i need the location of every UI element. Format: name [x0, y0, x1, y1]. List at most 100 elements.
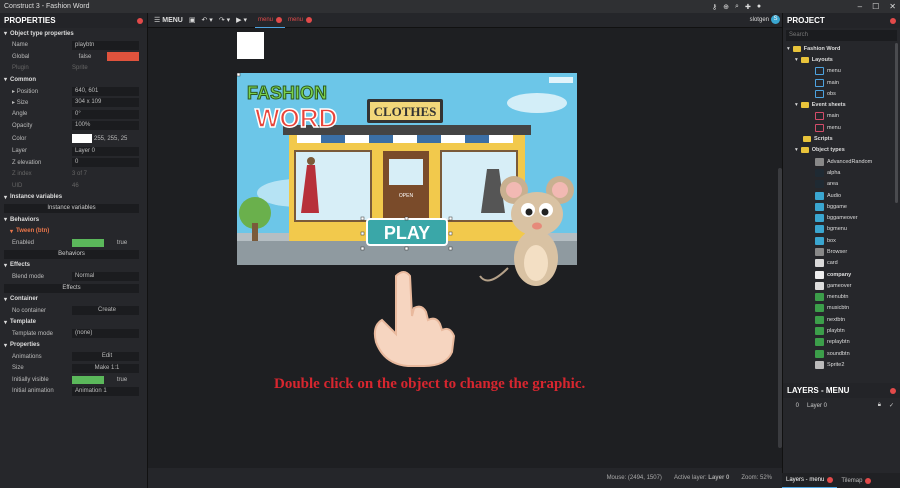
tree-item-object[interactable]: card: [783, 258, 900, 269]
section-behaviors[interactable]: ▾ Behaviors: [0, 214, 147, 226]
tree-item-object[interactable]: bgmenu: [783, 224, 900, 235]
section-instance-variables[interactable]: ▾ Instance variables: [0, 192, 147, 204]
tab-eventsheet-menu[interactable]: menu: [285, 13, 315, 28]
tree-item-object[interactable]: menubtn: [783, 292, 900, 303]
tree-item-layout[interactable]: obs: [783, 88, 900, 99]
visible-toggle[interactable]: [72, 375, 104, 384]
panel-dot: [137, 17, 143, 24]
instance-variables-button[interactable]: Instance variables: [4, 204, 139, 213]
prop-layer[interactable]: Layer Layer 0: [0, 146, 147, 158]
tree-item-object[interactable]: AdvancedRandom: [783, 156, 900, 167]
preview-icon[interactable]: ▶ ▾: [236, 16, 247, 24]
tree-item-eventsheet[interactable]: menu: [783, 122, 900, 133]
tree-item-object[interactable]: gameover: [783, 280, 900, 291]
tree-root[interactable]: ▾ Fashion Word: [783, 43, 900, 54]
undo-icon[interactable]: ↶ ▾: [201, 16, 212, 24]
white-sprite[interactable]: [237, 32, 264, 59]
prop-initial-animation[interactable]: Initial animation Animation 1: [0, 386, 147, 398]
lock-icon[interactable]: 🔒︎: [878, 402, 881, 409]
tree-folder-layouts[interactable]: ▾ Layouts: [783, 54, 900, 65]
color-swatch[interactable]: [72, 134, 92, 143]
edit-animations-button[interactable]: Edit: [72, 352, 139, 362]
tree-item-object[interactable]: area: [783, 179, 900, 190]
key-icon[interactable]: ⚷: [712, 3, 717, 11]
prop-global[interactable]: Global false: [0, 51, 147, 63]
effects-button[interactable]: Effects: [4, 283, 139, 293]
status-bar: Mouse: (2494, 1507) Active layer: Layer …: [148, 468, 782, 488]
prop-color[interactable]: Color 255, 255, 25: [0, 132, 147, 146]
prop-template-mode[interactable]: Template mode (none): [0, 328, 147, 340]
layer-row[interactable]: 0 Layer 0 🔒︎ ✓: [783, 400, 900, 411]
section-common[interactable]: ▾ Common: [0, 74, 147, 86]
tab-layout-menu[interactable]: menu: [254, 13, 285, 28]
prop-size[interactable]: ▸ Size 304 x 109: [0, 97, 147, 109]
prop-uid: UID 46: [12, 182, 79, 189]
tree-item-object[interactable]: box: [783, 235, 900, 246]
eventsheet-icon: [815, 112, 824, 121]
make-1to1-button[interactable]: Make 1:1: [72, 363, 139, 373]
section-template[interactable]: ▾ Template: [0, 317, 147, 329]
object-icon: [815, 360, 824, 369]
prop-enabled[interactable]: Enabled true: [0, 237, 147, 249]
layout-canvas[interactable]: CLOTHES OPEN PLAY FASHION WORD Double cl…: [148, 28, 782, 468]
tree-item-object[interactable]: Sprite2: [783, 359, 900, 370]
user-name[interactable]: slotgen: [750, 17, 769, 23]
project-search-input[interactable]: Search: [786, 30, 897, 41]
tree-item-object[interactable]: replaybtn: [783, 337, 900, 348]
project-header: PROJECT: [783, 13, 900, 28]
mouse-character[interactable]: [478, 168, 588, 298]
tree-item-object[interactable]: bggameover: [783, 212, 900, 223]
project-scrollbar[interactable]: [895, 43, 898, 203]
tree-folder-events[interactable]: ▾ Event sheets: [783, 99, 900, 110]
maximize-button[interactable]: ☐: [872, 2, 879, 11]
tree-item-object[interactable]: Browser: [783, 246, 900, 257]
section-container[interactable]: ▾ Container: [0, 294, 147, 306]
tree-item-object[interactable]: nextbtn: [783, 314, 900, 325]
redo-icon[interactable]: ↷ ▾: [219, 16, 230, 24]
prop-initially-visible[interactable]: Initially visible true: [0, 374, 147, 386]
search-icon[interactable]: ⌕: [735, 3, 739, 11]
create-button[interactable]: Create: [72, 306, 139, 316]
section-effects[interactable]: ▾ Effects: [0, 260, 147, 272]
section-properties[interactable]: ▾ Properties: [0, 340, 147, 352]
tree-item-eventsheet[interactable]: main: [783, 111, 900, 122]
visible-check-icon[interactable]: ✓: [889, 402, 894, 409]
tree-folder-objects[interactable]: ▾ Object types: [783, 145, 900, 156]
tree-item-object[interactable]: musicbtn: [783, 303, 900, 314]
tree-item-object[interactable]: soundbtn: [783, 348, 900, 359]
behaviors-button[interactable]: Behaviors: [4, 249, 139, 259]
prop-name[interactable]: Name playbtn: [0, 40, 147, 52]
prop-position[interactable]: ▸ Position 640, 601: [0, 86, 147, 98]
enabled-toggle[interactable]: [72, 238, 104, 247]
tab-layers[interactable]: Layers - menu: [782, 473, 838, 488]
global-toggle[interactable]: [107, 52, 139, 62]
prop-blend-mode[interactable]: Blend mode Normal: [0, 271, 147, 283]
tree-folder-scripts[interactable]: Scripts: [783, 133, 900, 144]
tree-item-object[interactable]: alpha: [783, 167, 900, 178]
prop-container: No container Create: [0, 305, 147, 317]
tree-item-object[interactable]: bggame: [783, 201, 900, 212]
play-button-text: PLAY: [384, 223, 430, 243]
tree-item-object[interactable]: Audio: [783, 190, 900, 201]
tree-item-object[interactable]: playbtn: [783, 325, 900, 336]
tree-item-object[interactable]: company: [783, 269, 900, 280]
tree-item-layout[interactable]: main: [783, 77, 900, 88]
tween-behavior[interactable]: ▾ Tween (btn): [0, 226, 147, 238]
prop-opacity[interactable]: Opacity 100%: [0, 120, 147, 132]
prop-angle[interactable]: Angle 0°: [0, 109, 147, 121]
prop-zelevation[interactable]: Z elevation 0: [0, 157, 147, 169]
tab-tilemap[interactable]: Tilemap: [837, 473, 875, 488]
avatar[interactable]: S: [771, 15, 780, 24]
minimize-button[interactable]: –: [858, 2, 862, 11]
zoom-icon[interactable]: ⊕: [723, 3, 729, 11]
save-icon[interactable]: ▣: [189, 16, 196, 24]
layer-index: 0: [795, 402, 799, 409]
zoom-level: Zoom: 52%: [741, 475, 772, 481]
addon-icon[interactable]: ✚: [745, 3, 751, 11]
section-object-type[interactable]: ▾ Object type properties: [0, 28, 147, 40]
tree-item-layout[interactable]: menu: [783, 66, 900, 77]
account-icon[interactable]: ●: [757, 3, 761, 10]
menu-button[interactable]: ☰ MENU: [154, 16, 183, 25]
object-icon: [815, 247, 824, 256]
close-button[interactable]: ✕: [889, 2, 896, 11]
